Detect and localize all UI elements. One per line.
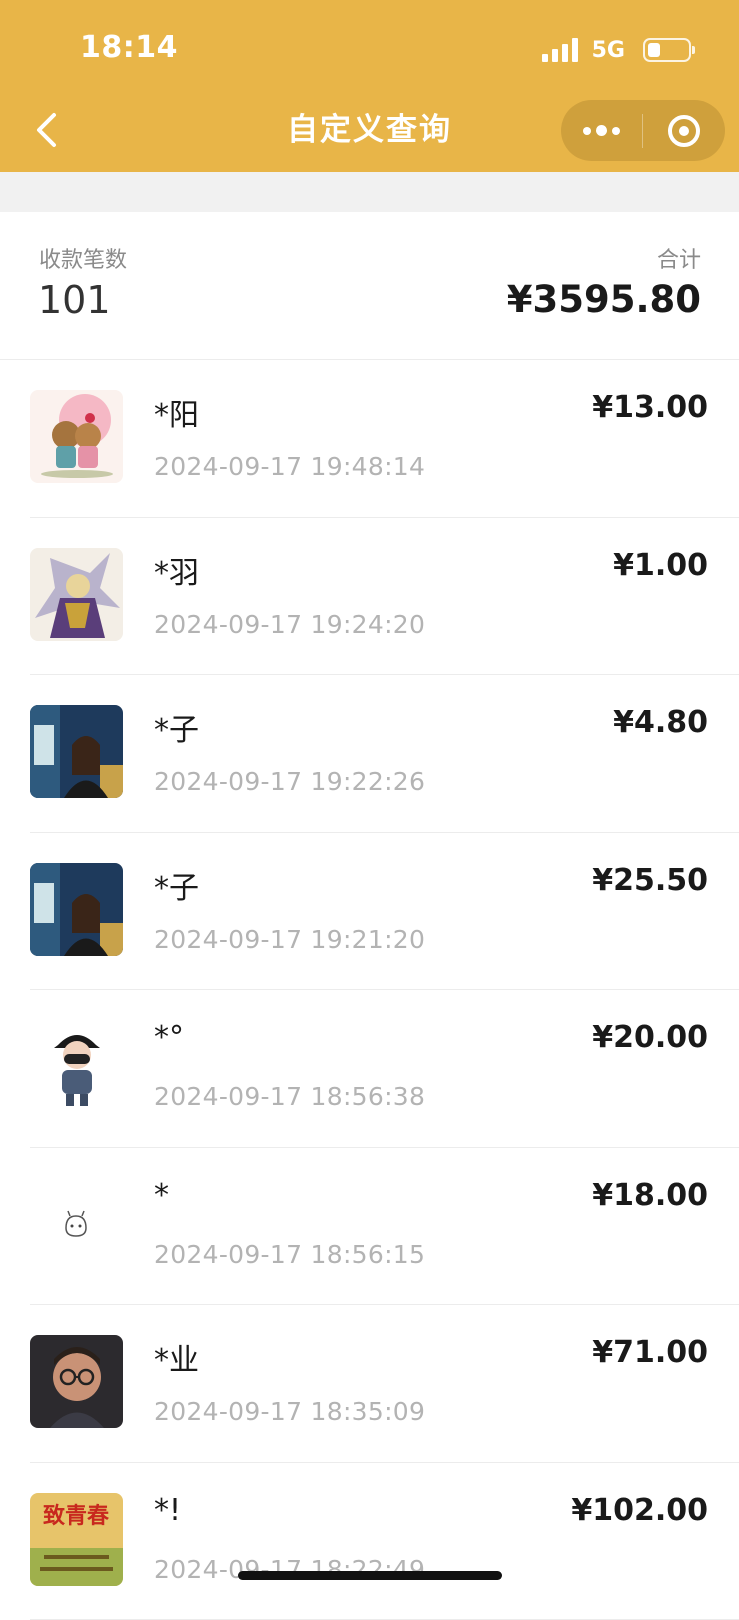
avatar	[30, 390, 123, 483]
payment-amount: ¥1.00	[613, 548, 708, 583]
payment-time: 2024-09-17 19:24:20	[154, 610, 425, 639]
transaction-row[interactable]: * 2024-09-17 18:56:15 ¥18.00	[0, 1148, 739, 1306]
payment-time: 2024-09-17 18:35:09	[154, 1397, 425, 1426]
payer-name: *!	[154, 1493, 181, 1528]
payer-name: *阳	[154, 390, 199, 434]
payment-amount: ¥71.00	[592, 1335, 708, 1370]
battery-icon	[643, 38, 691, 62]
transaction-row[interactable]: *子 2024-09-17 19:22:26 ¥4.80	[0, 675, 739, 833]
network-type: 5G	[592, 38, 625, 63]
summary-card: 收款笔数 101 合计 ¥3595.80	[0, 212, 739, 360]
payer-name: *羽	[154, 548, 199, 592]
payer-name: *子	[154, 863, 199, 907]
home-indicator[interactable]	[238, 1571, 502, 1580]
mini-program-capsule	[561, 100, 725, 161]
payer-name: *	[154, 1178, 169, 1213]
payment-time: 2024-09-17 19:22:26	[154, 767, 425, 796]
payment-time: 2024-09-17 18:56:38	[154, 1082, 425, 1111]
count-value: 101	[38, 278, 111, 322]
transaction-list: *阳 2024-09-17 19:48:14 ¥13.00 *羽 2024-09…	[0, 360, 739, 1620]
status-indicators: 5G	[542, 34, 691, 66]
transaction-row[interactable]: *° 2024-09-17 18:56:38 ¥20.00	[0, 990, 739, 1148]
payment-amount: ¥13.00	[592, 390, 708, 425]
total-label: 合计	[657, 242, 701, 274]
more-button[interactable]	[561, 100, 642, 161]
avatar	[30, 1335, 123, 1428]
avatar	[30, 1020, 123, 1113]
payment-amount: ¥4.80	[613, 705, 708, 740]
transaction-row[interactable]: *业 2024-09-17 18:35:09 ¥71.00	[0, 1305, 739, 1463]
total-value: ¥3595.80	[507, 278, 701, 321]
payment-time: 2024-09-17 19:48:14	[154, 452, 425, 481]
payer-name: *业	[154, 1335, 199, 1379]
avatar: 致青春	[30, 1493, 123, 1586]
payment-amount: ¥18.00	[592, 1178, 708, 1213]
close-mini-program-button[interactable]	[643, 100, 725, 161]
transaction-row[interactable]: 致青春 *! 2024-09-17 18:22:49 ¥102.00	[0, 1463, 739, 1620]
count-label: 收款笔数	[39, 242, 127, 274]
section-gap	[0, 172, 739, 212]
payment-amount: ¥102.00	[571, 1493, 708, 1528]
avatar	[30, 705, 123, 798]
avatar	[30, 548, 123, 641]
svg-text:致青春: 致青春	[43, 1503, 109, 1529]
avatar	[30, 863, 123, 956]
payment-time: 2024-09-17 19:21:20	[154, 925, 425, 954]
transaction-row[interactable]: *子 2024-09-17 19:21:20 ¥25.50	[0, 833, 739, 991]
payer-name: *°	[154, 1020, 184, 1055]
signal-icon	[542, 38, 578, 62]
more-dots-icon	[583, 127, 591, 135]
status-time: 18:14	[80, 30, 178, 65]
payer-name: *子	[154, 705, 199, 749]
transaction-row[interactable]: *羽 2024-09-17 19:24:20 ¥1.00	[0, 518, 739, 676]
transaction-row[interactable]: *阳 2024-09-17 19:48:14 ¥13.00	[0, 360, 739, 518]
payment-time: 2024-09-17 18:56:15	[154, 1240, 425, 1269]
payment-amount: ¥25.50	[592, 863, 708, 898]
payment-amount: ¥20.00	[592, 1020, 708, 1055]
avatar	[30, 1178, 123, 1271]
target-icon	[668, 115, 700, 147]
header-bar: 18:14 5G 自定义查询	[0, 0, 739, 172]
